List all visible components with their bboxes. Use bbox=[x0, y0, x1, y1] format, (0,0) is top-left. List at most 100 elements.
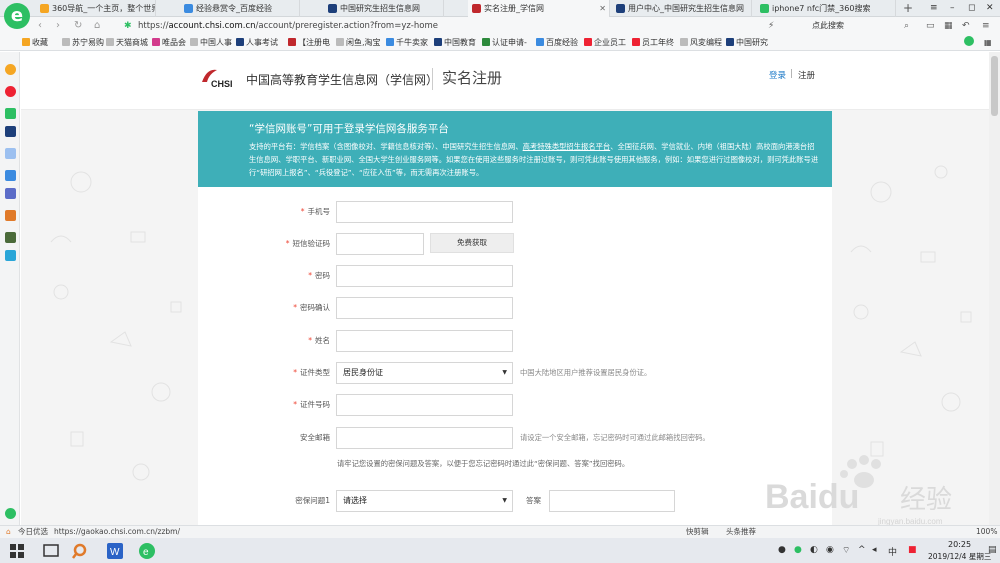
app-icon[interactable] bbox=[5, 232, 16, 243]
login-link[interactable]: 登录 bbox=[769, 69, 786, 81]
extension-icon[interactable] bbox=[964, 35, 976, 51]
bookmark-item[interactable]: 闲鱼,淘宝 bbox=[336, 35, 381, 51]
app-icon[interactable] bbox=[5, 188, 16, 199]
bookmark-item[interactable]: 千牛卖家 bbox=[386, 35, 428, 51]
lightning-icon[interactable]: ⚡ bbox=[768, 19, 774, 33]
volume-icon[interactable]: ◂ bbox=[872, 545, 877, 555]
network-icon[interactable]: ⌔ bbox=[842, 545, 850, 556]
more-icon[interactable]: ≡ bbox=[982, 19, 990, 33]
register-link[interactable]: 注册 bbox=[798, 69, 815, 81]
document-icon[interactable] bbox=[5, 148, 16, 159]
url-input[interactable]: ✱ https://account.chsi.com.cn/account/pr… bbox=[116, 19, 780, 33]
favorites-icon[interactable] bbox=[5, 64, 16, 75]
minimize-button[interactable]: – bbox=[950, 0, 955, 16]
tab-title: 实名注册_学信网 bbox=[484, 4, 544, 13]
tab-close-icon[interactable]: ✕ bbox=[599, 0, 606, 17]
bookmark-item[interactable]: 中国人事 bbox=[190, 35, 232, 51]
bookmark-item[interactable]: 【注册电 bbox=[288, 35, 330, 51]
input-language[interactable]: 中 bbox=[888, 545, 897, 558]
assistant-icon[interactable] bbox=[5, 508, 16, 519]
close-window-button[interactable]: ✕ bbox=[986, 0, 994, 16]
browser-logo-icon[interactable]: e bbox=[4, 3, 30, 29]
zoom-level[interactable]: 100% bbox=[976, 526, 997, 538]
chsi-logo[interactable]: CHSI bbox=[199, 66, 239, 90]
game-icon[interactable] bbox=[5, 126, 16, 137]
password-input[interactable] bbox=[336, 265, 513, 287]
notification-icon[interactable]: ▤ bbox=[988, 545, 997, 555]
bookmark-item[interactable]: 认证申请- bbox=[482, 35, 527, 51]
tray-app-icon[interactable]: ◉ bbox=[826, 545, 834, 555]
headline-link[interactable]: 头条推荐 bbox=[726, 526, 756, 538]
refresh-icon[interactable]: ↻ bbox=[74, 19, 82, 33]
undo-icon[interactable]: ↶ bbox=[962, 19, 970, 33]
forward-icon[interactable]: › bbox=[56, 19, 60, 33]
search-input[interactable]: 点此搜索 bbox=[812, 19, 916, 33]
id-number-input[interactable] bbox=[336, 394, 513, 416]
bookmark-item[interactable]: 唯品会 bbox=[152, 35, 186, 51]
bookmark-item[interactable]: 企业员工 bbox=[584, 35, 626, 51]
battery-icon[interactable]: ▭ bbox=[926, 19, 935, 33]
new-tab-icon[interactable]: + bbox=[903, 0, 913, 16]
task-view-icon[interactable] bbox=[42, 542, 60, 560]
gaokao-platform-link[interactable]: 高考特殊类型招生报名平台 bbox=[523, 142, 611, 151]
id-type-select[interactable]: 居民身份证 ▼ bbox=[336, 362, 513, 384]
wechat-icon[interactable]: ● bbox=[794, 545, 802, 555]
word-icon[interactable]: W bbox=[106, 542, 124, 560]
bookmark-item[interactable]: 苏宁易购 bbox=[62, 35, 104, 51]
tray-app-icon[interactable]: ● bbox=[778, 545, 786, 555]
search-icon[interactable]: ⌕ bbox=[904, 19, 909, 33]
360-browser-icon[interactable]: e bbox=[138, 542, 156, 560]
phone-input[interactable] bbox=[336, 201, 513, 223]
scrollbar-thumb[interactable] bbox=[991, 56, 998, 116]
bookmark-item[interactable]: 中国研究 bbox=[726, 35, 768, 51]
tab-chsi-register[interactable]: 实名注册_学信网 ✕ bbox=[468, 0, 610, 17]
bookmark-item[interactable]: 风変编程 bbox=[680, 35, 722, 51]
password-confirm-input[interactable] bbox=[336, 297, 513, 319]
windows-start-icon[interactable] bbox=[8, 542, 26, 560]
tab-baidu-jingyan[interactable]: 经验悬赏令_百度经验 bbox=[180, 0, 300, 17]
back-icon[interactable]: ‹ bbox=[38, 19, 42, 33]
clock-time[interactable]: 20:25 bbox=[948, 540, 971, 549]
bookmark-item[interactable]: 人事考试 bbox=[236, 35, 278, 51]
grid-icon[interactable]: ▦ bbox=[944, 19, 953, 33]
daily-picks-link[interactable]: 今日优选 bbox=[18, 526, 48, 538]
site-icon bbox=[536, 38, 544, 46]
password-confirm-label: * 密码确认 bbox=[293, 303, 330, 312]
get-sms-code-button[interactable]: 免费获取 bbox=[430, 233, 514, 253]
tab-360-search[interactable]: iphone7 nfc门禁_360搜索 bbox=[756, 0, 896, 17]
quick-edit-link[interactable]: 快剪辑 bbox=[686, 526, 709, 538]
apps-grid-icon[interactable]: ▦ bbox=[984, 35, 992, 51]
bookmark-icon[interactable] bbox=[5, 170, 16, 181]
bookmark-item[interactable]: 中国教育 bbox=[434, 35, 476, 51]
bookmark-item[interactable]: 天猫商城 bbox=[106, 35, 148, 51]
tab-favicon-icon bbox=[472, 4, 481, 13]
weibo-icon[interactable] bbox=[5, 86, 16, 97]
restore-button[interactable]: ◻ bbox=[968, 0, 975, 16]
tray-up-icon[interactable]: ^ bbox=[858, 545, 866, 555]
mail-icon[interactable] bbox=[5, 108, 16, 119]
app-icon[interactable] bbox=[5, 210, 16, 221]
site-header: CHSI 中国高等教育学生信息网（学信网） 实名注册 登录 | 注册 bbox=[21, 52, 989, 110]
search-app-icon[interactable] bbox=[72, 542, 90, 560]
menu-icon[interactable]: ≡ bbox=[930, 0, 938, 16]
tray-app-icon[interactable]: ◐ bbox=[810, 545, 818, 555]
bookmark-item[interactable]: 百度经验 bbox=[536, 35, 578, 51]
question1-select[interactable]: 请选择 ▼ bbox=[336, 490, 513, 512]
answer-input[interactable] bbox=[549, 490, 675, 512]
bookmark-item[interactable]: 员工年终 bbox=[632, 35, 674, 51]
home-icon[interactable]: ⌂ bbox=[94, 19, 100, 33]
tab-360-nav[interactable]: 360导航_一个主页，整个世界 bbox=[36, 0, 156, 17]
sms-code-input[interactable] bbox=[336, 233, 424, 255]
tab-user-center[interactable]: 用户中心_中国研究生招生信息网 bbox=[612, 0, 752, 17]
clock-date[interactable]: 2019/12/4 星期三 bbox=[928, 551, 991, 562]
email-input[interactable] bbox=[336, 427, 513, 449]
page-scrollbar[interactable] bbox=[989, 52, 1000, 525]
tray-app-icon[interactable]: ■ bbox=[908, 545, 917, 555]
bookmark-item[interactable]: 收藏 bbox=[22, 35, 48, 51]
tab-yanzhao[interactable]: 中国研究生招生信息网 bbox=[324, 0, 444, 17]
name-input[interactable] bbox=[336, 330, 513, 352]
app-icon[interactable] bbox=[5, 250, 16, 261]
tab-favicon-icon bbox=[184, 4, 193, 13]
daily-picks-icon[interactable]: ⌂ bbox=[6, 526, 11, 538]
sms-label: * 短信验证码 bbox=[285, 239, 330, 248]
